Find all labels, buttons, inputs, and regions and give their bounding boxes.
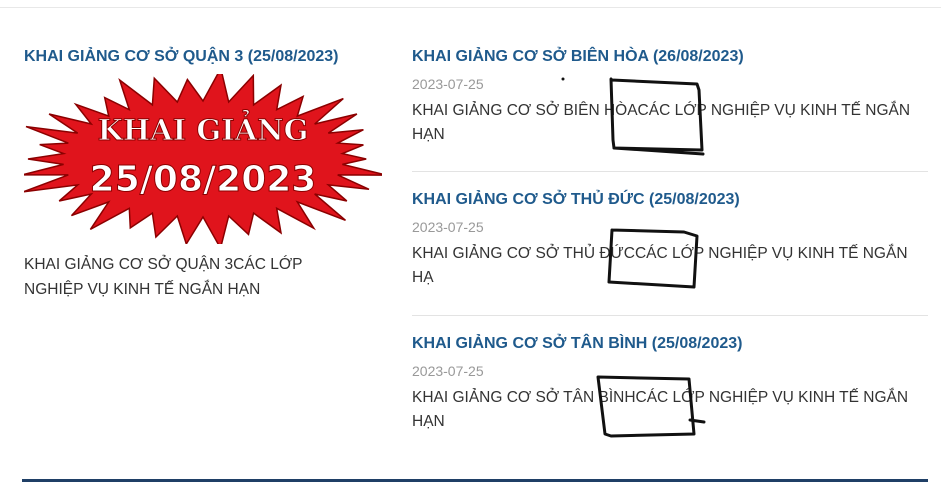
news-item-title[interactable]: KHAI GIẢNG CƠ SỞ BIÊN HÒA (26/08/2023) bbox=[412, 46, 928, 68]
banner-headline: KHAI GIẢNG bbox=[98, 108, 309, 147]
news-item: KHAI GIẢNG CƠ SỞ THỦ ĐỨC (25/08/2023) 20… bbox=[412, 189, 928, 290]
news-item: KHAI GIẢNG CƠ SỞ BIÊN HÒA (26/08/2023) 2… bbox=[412, 46, 928, 147]
news-item: KHAI GIẢNG CƠ SỞ TÂN BÌNH (25/08/2023) 2… bbox=[412, 333, 928, 434]
news-separator bbox=[412, 315, 928, 316]
banner-date: 25/08/2023 bbox=[90, 159, 317, 200]
featured-news-excerpt: KHAI GIẢNG CƠ SỞ QUẬN 3CÁC LỚP NGHIỆP VỤ… bbox=[24, 256, 303, 298]
featured-news-title[interactable]: KHAI GIẢNG CƠ SỞ QUẬN 3 (25/08/2023) bbox=[24, 46, 384, 68]
news-item-title[interactable]: KHAI GIẢNG CƠ SỞ THỦ ĐỨC (25/08/2023) bbox=[412, 189, 928, 211]
news-item-date: 2023-07-25 bbox=[412, 219, 484, 235]
news-separator bbox=[412, 171, 928, 172]
news-item-excerpt: KHAI GIẢNG CƠ SỞ TÂN BÌNHCÁC LỚP NGHIỆP … bbox=[412, 389, 909, 430]
featured-news: KHAI GIẢNG CƠ SỞ QUẬN 3 (25/08/2023) KHA… bbox=[24, 46, 384, 298]
top-divider bbox=[0, 7, 941, 8]
news-item-date: 2023-07-25 bbox=[412, 363, 484, 379]
khai-giang-banner-image[interactable]: KHAI GIẢNG 25/08/2023 bbox=[24, 74, 382, 244]
news-item-date: 2023-07-25 bbox=[412, 76, 484, 92]
news-item-excerpt: KHAI GIẢNG CƠ SỞ THỦ ĐỨCCÁC LỚP NGHIỆP V… bbox=[412, 245, 908, 286]
news-item-excerpt: KHAI GIẢNG CƠ SỞ BIÊN HÒACÁC LỚP NGHIỆP … bbox=[412, 102, 911, 143]
news-item-title[interactable]: KHAI GIẢNG CƠ SỞ TÂN BÌNH (25/08/2023) bbox=[412, 333, 928, 355]
